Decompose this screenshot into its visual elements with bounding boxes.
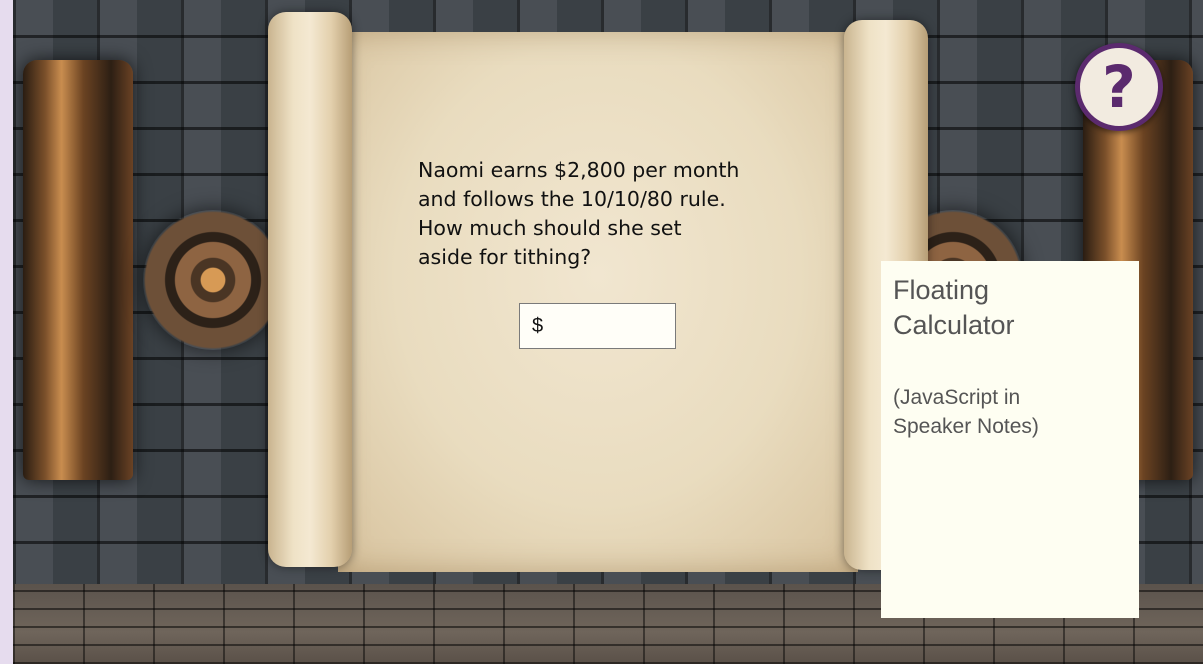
calculator-title-line: Floating (893, 275, 990, 305)
calculator-title-line: Calculator (893, 310, 1015, 340)
scroll-paper (338, 32, 858, 572)
left-pillar-decoration (23, 60, 133, 480)
question-text: Naomi earns $2,800 per month and follows… (418, 156, 808, 272)
dollar-prefix: $ (532, 314, 544, 337)
calculator-title: Floating Calculator (893, 273, 1127, 343)
calculator-note-line: Speaker Notes) (893, 415, 1039, 438)
question-line: aside for tithing? (418, 245, 592, 269)
question-line: How much should she set (418, 216, 682, 240)
question-line: Naomi earns $2,800 per month (418, 158, 740, 182)
question-line: and follows the 10/10/80 rule. (418, 187, 726, 211)
answer-input-box[interactable]: $ (519, 303, 676, 349)
question-mark-icon: ? (1102, 53, 1136, 121)
floating-calculator-panel[interactable]: Floating Calculator (JavaScript in Speak… (881, 261, 1139, 618)
scroll-left-roll (268, 12, 352, 567)
calculator-note-line: (JavaScript in (893, 386, 1021, 409)
calculator-note: (JavaScript in Speaker Notes) (893, 383, 1127, 441)
left-gear-decoration (143, 210, 283, 350)
answer-input[interactable] (547, 313, 662, 339)
help-button[interactable]: ? (1075, 43, 1163, 131)
parchment-scroll (268, 12, 928, 572)
